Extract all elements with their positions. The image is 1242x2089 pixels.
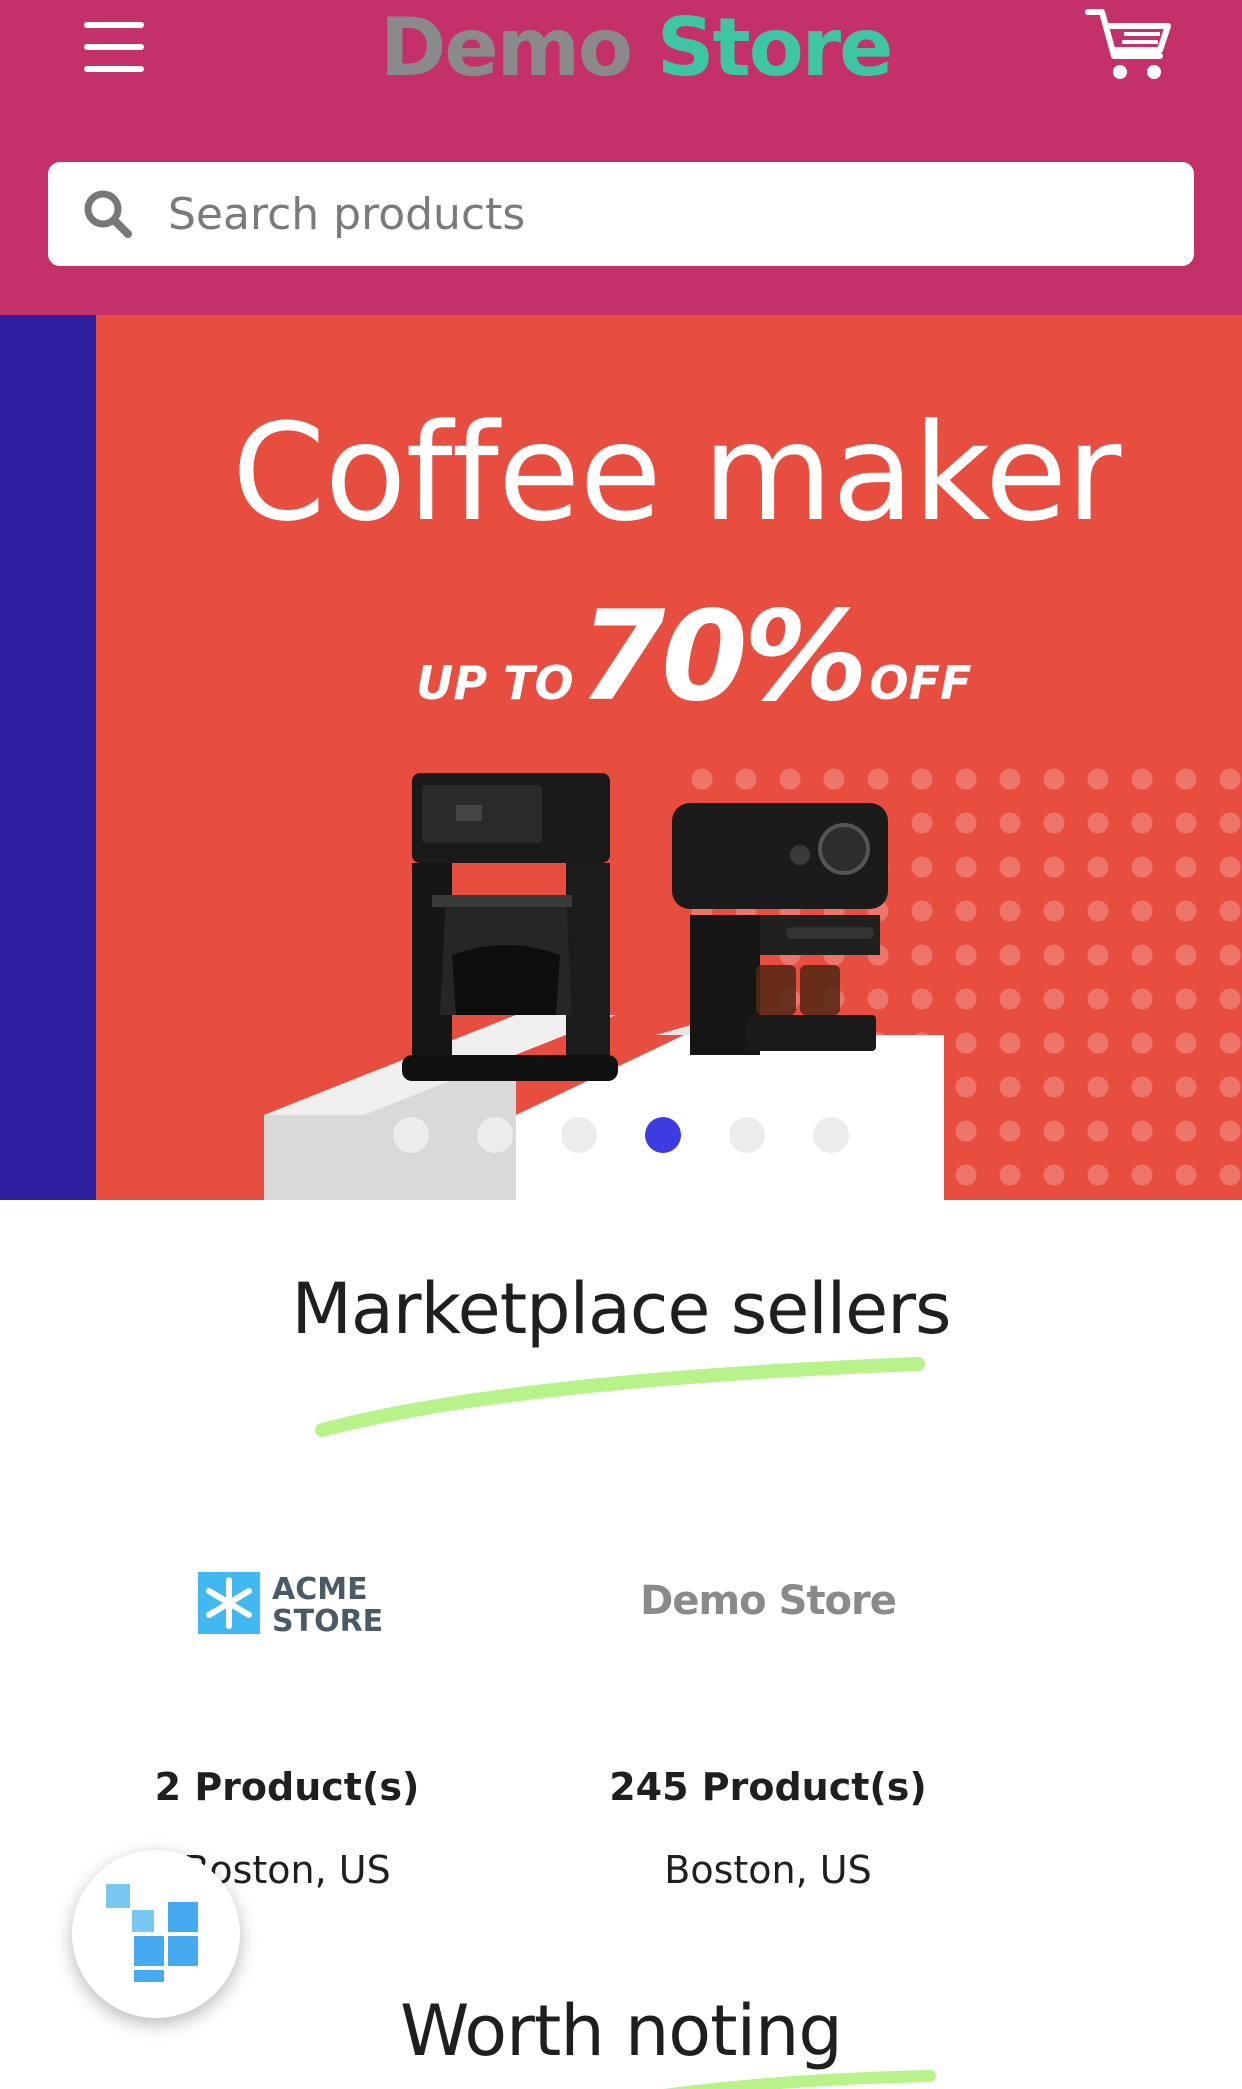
seller-product-count: 245 Product(s)	[609, 1765, 927, 1809]
search-icon	[82, 188, 134, 240]
acme-logo-line-2: STORE	[272, 1604, 384, 1639]
carousel-pagination	[393, 1115, 853, 1155]
acme-logo-text: ACME STORE	[272, 1574, 383, 1638]
app-grid-icon	[106, 1884, 198, 1982]
seller-logo-demo-store: Demo Store	[533, 1530, 1003, 1680]
header: Demo Store	[0, 0, 1242, 315]
carousel-dot-2[interactable]	[477, 1117, 513, 1153]
demo-logo-word-2: Store	[778, 1578, 897, 1624]
demo-logo-word-1: Demo	[640, 1578, 766, 1624]
seller-location: Boston, US	[664, 1848, 872, 1892]
carousel-dot-6[interactable]	[813, 1117, 849, 1153]
offer-prefix: UP TO	[416, 656, 574, 710]
carousel-dot-3[interactable]	[561, 1117, 597, 1153]
carousel-dot-4[interactable]	[645, 1117, 681, 1153]
floating-action-button[interactable]	[72, 1850, 240, 2018]
carousel-dot-1[interactable]	[393, 1117, 429, 1153]
seller-card-demo-store[interactable]: Demo Store 245 Product(s) Boston, US	[533, 1530, 1003, 1910]
banner-offer: UP TO 70% OFF	[416, 585, 1216, 729]
search-input[interactable]	[168, 162, 1168, 266]
shopping-cart-icon[interactable]	[1084, 4, 1174, 88]
logo-word-demo: Demo	[380, 1, 633, 94]
seller-product-count: 2 Product(s)	[154, 1765, 420, 1809]
seller-card-acme[interactable]: ACME STORE 2 Product(s) Boston, US	[52, 1530, 522, 1910]
demo-store-logo-text: Demo Store	[533, 1578, 1003, 1624]
title-underline-decoration	[664, 2070, 936, 2089]
carousel-dot-5[interactable]	[729, 1117, 765, 1153]
espresso-machine-image	[672, 803, 888, 1055]
offer-suffix: OFF	[869, 656, 972, 710]
logo-word-store: Store	[656, 1, 894, 94]
banner-slide[interactable]: Coffee maker UP TO 70% OFF	[96, 315, 1242, 1200]
app-root: Demo Store Search products Coffee maker …	[0, 0, 1242, 2089]
store-logo[interactable]: Demo Store	[380, 0, 893, 98]
sellers-section-title: Marketplace sellers	[291, 1268, 952, 1350]
previous-slide-peek	[0, 315, 96, 1200]
banner-title: Coffee maker	[232, 395, 1121, 551]
acme-snowflake-icon	[198, 1572, 260, 1634]
acme-logo-line-1: ACME	[272, 1572, 368, 1607]
promo-banner-carousel[interactable]: Coffee maker UP TO 70% OFF	[0, 315, 1242, 1200]
search-bar[interactable]	[48, 162, 1194, 266]
seller-logo-acme: ACME STORE	[52, 1530, 522, 1680]
hamburger-menu-icon[interactable]	[78, 18, 150, 80]
title-underline-decoration	[315, 1357, 925, 1437]
offer-percent: 70%	[579, 585, 868, 729]
